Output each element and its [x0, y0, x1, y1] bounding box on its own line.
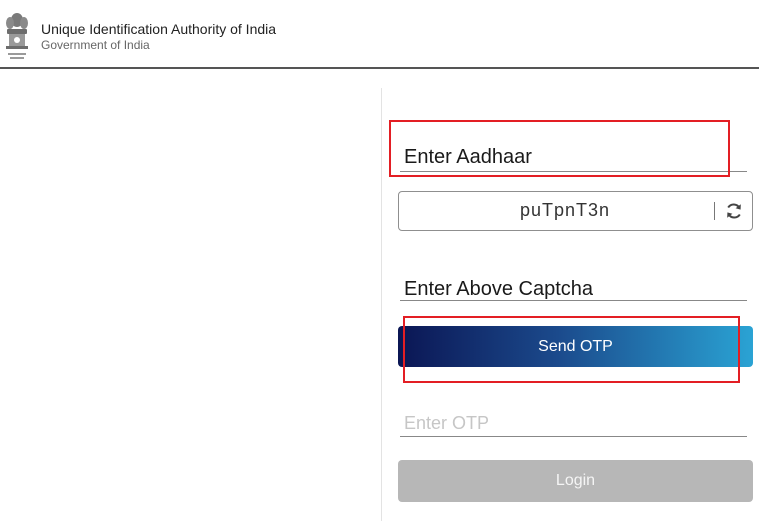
login-button[interactable]: Login — [398, 460, 753, 502]
captcha-input[interactable]: Enter Above Captcha — [404, 278, 593, 301]
otp-underline — [400, 436, 747, 437]
org-name: Unique Identification Authority of India — [41, 21, 277, 37]
captcha-image: puTpnT3n — [520, 200, 611, 220]
send-otp-button[interactable]: Send OTP — [398, 326, 753, 367]
panel-divider — [381, 88, 382, 521]
national-emblem-icon — [6, 13, 28, 59]
aadhaar-input[interactable]: Enter Aadhaar — [404, 146, 532, 169]
org-subtitle: Government of India — [41, 38, 150, 52]
captcha-separator — [714, 202, 715, 220]
site-header: Unique Identification Authority of India… — [0, 0, 759, 70]
aadhaar-underline — [400, 171, 747, 172]
otp-input[interactable] — [404, 410, 744, 436]
refresh-icon[interactable] — [724, 201, 744, 221]
header-divider — [0, 67, 759, 69]
captcha-underline — [400, 300, 747, 301]
